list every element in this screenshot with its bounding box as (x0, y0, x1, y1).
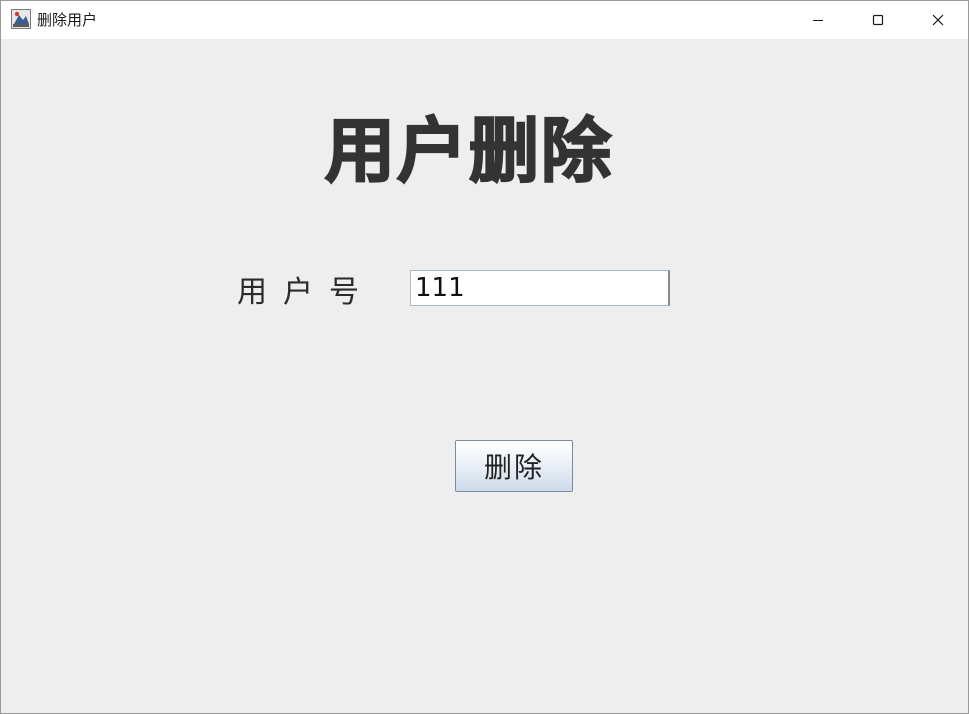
page-heading: 用户删除 (324, 109, 613, 193)
app-window: 删除用户 用户删除 用户号 删除 (0, 0, 969, 714)
close-icon (932, 14, 944, 26)
minimize-icon (812, 14, 824, 26)
delete-button[interactable]: 删除 (455, 440, 573, 492)
title-bar[interactable]: 删除用户 (1, 1, 968, 39)
close-button[interactable] (909, 1, 967, 39)
user-id-input[interactable] (410, 270, 670, 306)
maximize-icon (872, 14, 884, 26)
minimize-button[interactable] (789, 1, 847, 39)
user-id-label: 用户号 (237, 275, 375, 310)
java-app-icon (11, 9, 31, 29)
window-title: 删除用户 (37, 11, 98, 29)
maximize-button[interactable] (849, 1, 907, 39)
